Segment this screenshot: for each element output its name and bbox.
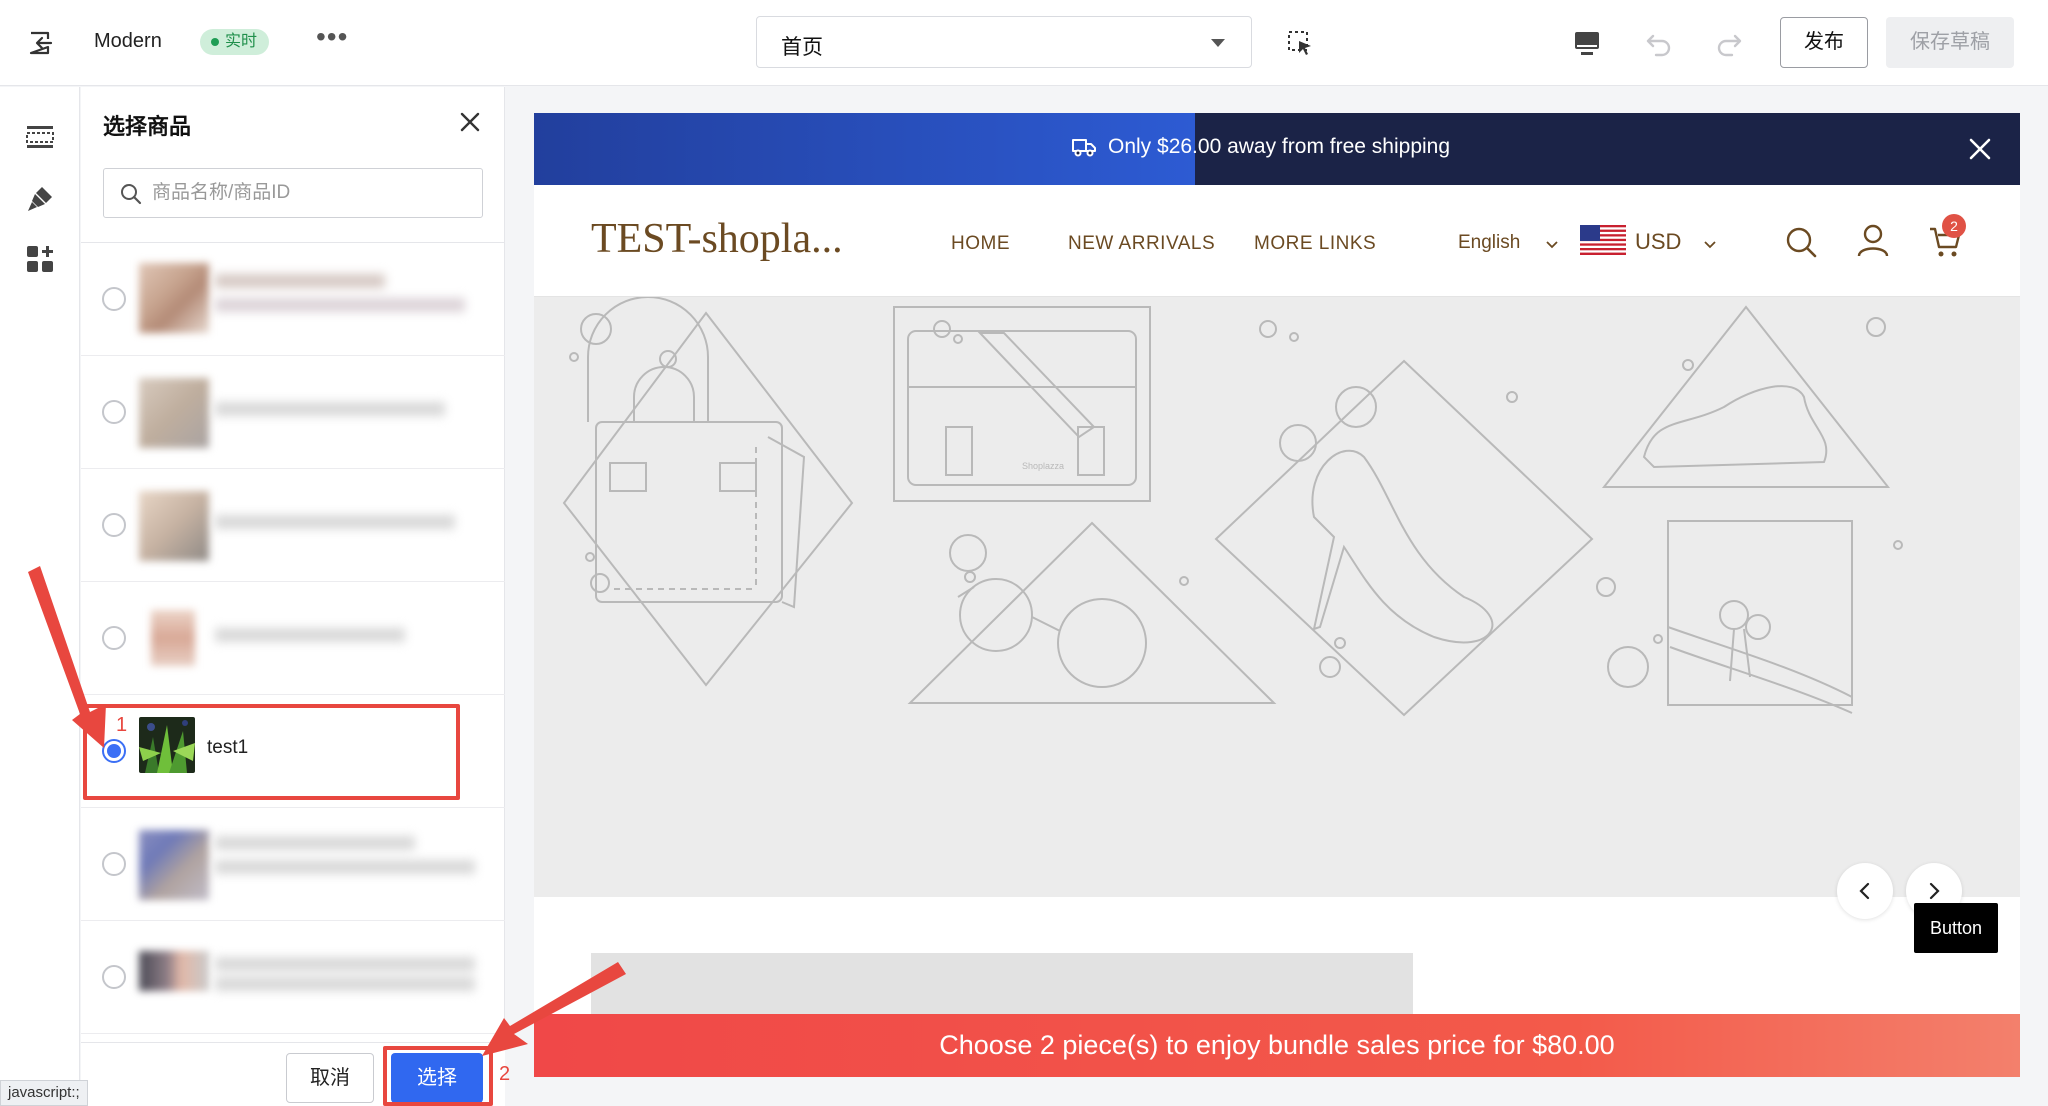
- annotation-highlight-select-button: [383, 1046, 493, 1106]
- language-selector[interactable]: English: [1458, 232, 1520, 254]
- product-thumbnail: [139, 263, 209, 333]
- currency-selector[interactable]: USD: [1635, 229, 1681, 255]
- product-row[interactable]: [81, 921, 505, 1034]
- cancel-button[interactable]: 取消: [286, 1053, 374, 1103]
- nav-more-links[interactable]: MORE LINKS: [1254, 233, 1376, 255]
- nav-home[interactable]: HOME: [951, 233, 1010, 255]
- exit-icon[interactable]: [26, 28, 56, 58]
- product-thumbnail: [139, 951, 209, 991]
- live-badge-label: 实时: [225, 33, 258, 50]
- save-draft-button[interactable]: 保存草稿: [1886, 17, 2014, 68]
- product-thumbnail: [139, 491, 209, 561]
- editor-topbar: Modern 实时 ••• 首页 发布 保存草稿: [0, 0, 2048, 86]
- announcement-text: Only $26.00 away from free shipping: [1108, 135, 1451, 158]
- chevron-down-icon: [1546, 241, 1558, 249]
- live-dot-icon: [211, 38, 219, 46]
- product-radio[interactable]: [102, 400, 126, 424]
- product-info-blurred: [215, 499, 475, 559]
- product-thumbnail: [139, 378, 209, 448]
- bundle-sales-bar[interactable]: Choose 2 piece(s) to enjoy bundle sales …: [534, 1014, 2020, 1077]
- close-icon[interactable]: [1968, 137, 1992, 161]
- caret-down-icon: [1211, 39, 1225, 47]
- panel-title: 选择商品: [103, 114, 192, 139]
- close-icon[interactable]: [457, 109, 483, 135]
- product-info-blurred: [215, 949, 475, 1009]
- annotation-step-1: 1: [116, 714, 128, 736]
- theme-name: Modern: [94, 30, 162, 52]
- prev-slide-button[interactable]: [1837, 863, 1893, 919]
- store-preview: Only $26.00 away from free shipping TEST…: [534, 113, 2020, 1077]
- product-radio[interactable]: [102, 513, 126, 537]
- nav-new-arrivals[interactable]: NEW ARRIVALS: [1068, 233, 1215, 255]
- hero-banner[interactable]: Shoplazza: [534, 297, 2020, 919]
- store-logo[interactable]: TEST-shopla...: [591, 215, 843, 263]
- product-info-blurred: [215, 830, 475, 890]
- search-icon[interactable]: [1784, 225, 1818, 259]
- search-icon: [120, 183, 142, 205]
- product-row[interactable]: [81, 356, 505, 469]
- product-radio[interactable]: [102, 287, 126, 311]
- button-tooltip: Button: [1914, 903, 1998, 953]
- editor-left-rail: [0, 87, 80, 1106]
- live-status-badge: 实时: [200, 29, 270, 55]
- product-search-field[interactable]: [103, 168, 483, 218]
- chevron-down-icon: [1704, 241, 1716, 249]
- theme-style-brush-icon[interactable]: [24, 183, 56, 215]
- product-info-blurred: [215, 386, 475, 446]
- status-bar-url: javascript:;: [0, 1080, 88, 1106]
- annotation-step-2: 2: [499, 1063, 511, 1085]
- account-icon[interactable]: [1856, 223, 1890, 257]
- product-list: test1: [81, 242, 505, 1042]
- product-row[interactable]: [81, 243, 505, 356]
- product-info-blurred: [215, 268, 475, 328]
- truck-icon: [1070, 135, 1098, 159]
- product-radio[interactable]: [102, 965, 126, 989]
- product-thumbnail: [151, 610, 195, 666]
- product-info-blurred: [215, 612, 475, 672]
- undo-icon[interactable]: [1644, 28, 1674, 58]
- select-product-panel: 选择商品 商品名称/商品ID test1 取消 选择: [81, 87, 505, 1106]
- sections-icon[interactable]: [24, 121, 56, 153]
- product-row[interactable]: [81, 808, 505, 921]
- product-search-input[interactable]: [152, 177, 472, 209]
- annotation-highlight-selected-product: [83, 704, 460, 800]
- announcement-bar: Only $26.00 away from free shipping: [534, 113, 2020, 185]
- product-row[interactable]: [81, 582, 505, 695]
- page-select[interactable]: 首页: [756, 16, 1252, 68]
- page-select-value: 首页: [781, 36, 823, 59]
- product-row[interactable]: [81, 469, 505, 582]
- cart-count-badge: 2: [1942, 214, 1966, 238]
- select-element-icon[interactable]: [1286, 29, 1314, 57]
- product-radio[interactable]: [102, 626, 126, 650]
- apps-add-icon[interactable]: [24, 243, 56, 275]
- product-thumbnail: [139, 830, 209, 900]
- banner-illustration: Shoplazza: [562, 297, 1903, 717]
- product-radio[interactable]: [102, 852, 126, 876]
- announcement-message: Only $26.00 away from free shipping: [1070, 135, 1450, 159]
- us-flag-icon: [1580, 225, 1626, 255]
- publish-button[interactable]: 发布: [1780, 17, 1868, 68]
- redo-icon[interactable]: [1714, 28, 1744, 58]
- more-options-icon[interactable]: •••: [316, 23, 347, 56]
- store-header: TEST-shopla... HOME NEW ARRIVALS MORE LI…: [534, 185, 2020, 297]
- banner-watermark: Shoplazza: [1022, 461, 1064, 471]
- desktop-icon[interactable]: [1572, 28, 1602, 58]
